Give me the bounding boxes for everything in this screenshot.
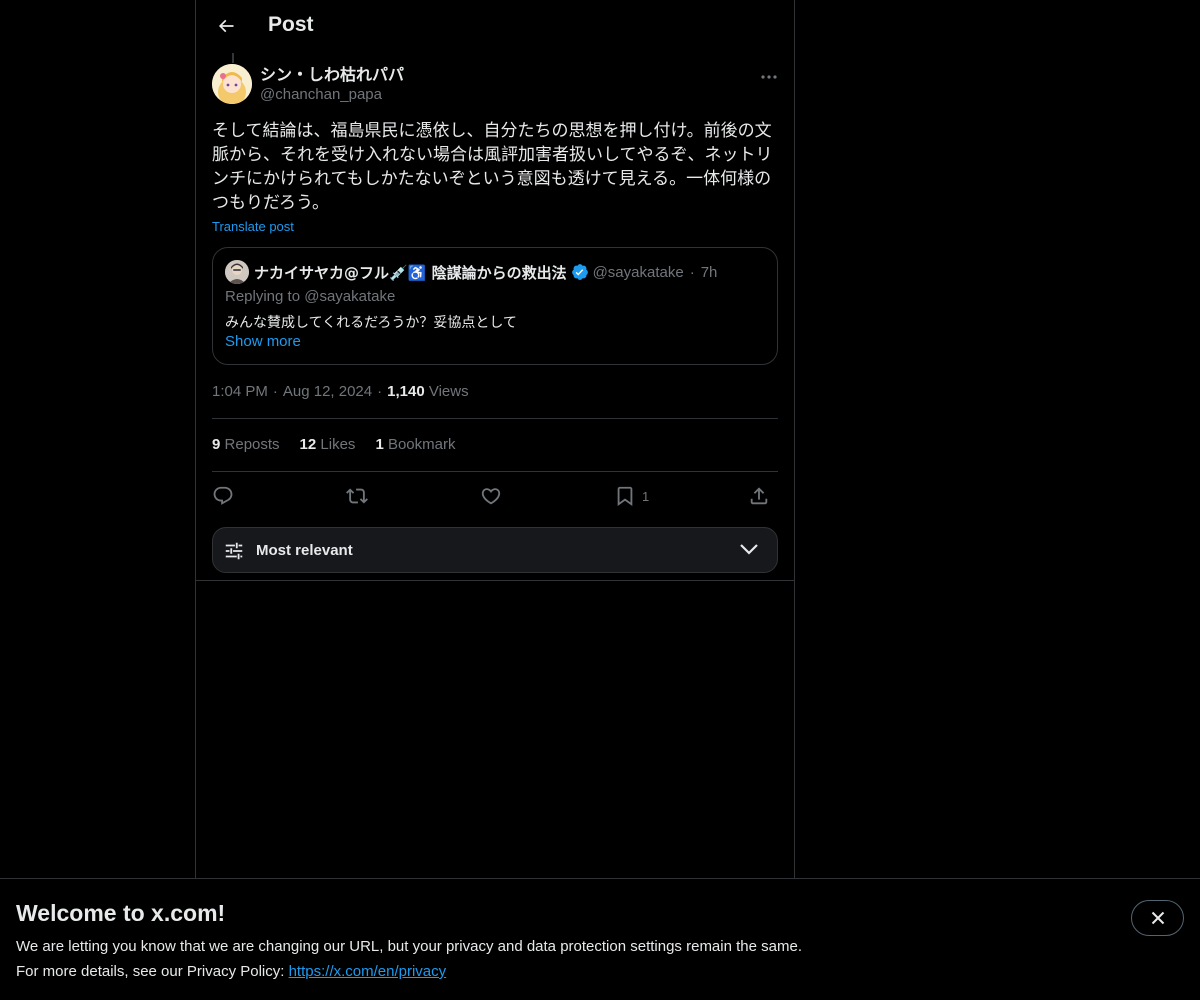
quote-author-handle[interactable]: @sayakatake bbox=[593, 264, 684, 281]
like-button[interactable] bbox=[480, 482, 502, 510]
post-date[interactable]: Aug 12, 2024 bbox=[283, 383, 372, 400]
quote-text: みんな賛成してくれるだろうか？妥協点として bbox=[225, 315, 517, 331]
more-options-button[interactable] bbox=[756, 66, 782, 88]
sliders-icon bbox=[225, 542, 243, 560]
quote-author-name[interactable]: ナカイサヤカ@フル💉♿️ 陰謀論からの救出法 bbox=[254, 262, 567, 283]
translate-post-link[interactable]: Translate post bbox=[212, 219, 294, 234]
repost-icon bbox=[346, 488, 368, 504]
quote-replying-to: Replying to @sayakatake bbox=[225, 288, 396, 305]
chevron-down-icon bbox=[740, 544, 758, 555]
reply-icon bbox=[213, 486, 233, 505]
author-display-name[interactable]: シン・しわ枯れパパ bbox=[260, 64, 404, 85]
bookmarks-stat[interactable]: 1 Bookmark bbox=[375, 436, 455, 453]
page-title: Post bbox=[268, 13, 314, 36]
post-text: そして結論は、福島県民に憑依し、自分たちの思想を押し付け。前後の文脈から、それを… bbox=[212, 121, 773, 213]
banner-message: We are letting you know that we are chan… bbox=[16, 938, 802, 955]
back-button[interactable] bbox=[208, 8, 244, 44]
thread-connector bbox=[232, 53, 234, 63]
post-time[interactable]: 1:04 PM bbox=[212, 383, 268, 400]
author-avatar[interactable] bbox=[212, 64, 252, 104]
privacy-policy-link[interactable]: https://x.com/en/privacy bbox=[289, 963, 447, 980]
likes-stat[interactable]: 12 Likes bbox=[300, 436, 356, 453]
action-bar: 1 bbox=[212, 482, 778, 510]
sort-label: Most relevant bbox=[256, 542, 353, 559]
bookmark-icon bbox=[617, 486, 633, 507]
post-meta: 1:04 PM · Aug 12, 2024 · 1,140 Views bbox=[212, 383, 469, 400]
verified-badge-icon bbox=[571, 263, 589, 281]
quote-author-avatar[interactable] bbox=[225, 260, 249, 284]
views-count: 1,140 bbox=[387, 383, 425, 400]
banner-close-button[interactable] bbox=[1131, 900, 1184, 936]
author-handle[interactable]: @chanchan_papa bbox=[260, 85, 404, 105]
views-label: Views bbox=[428, 383, 469, 400]
quoted-post[interactable]: ナカイサヤカ@フル💉♿️ 陰謀論からの救出法 @sayakatake · 7h … bbox=[212, 247, 778, 365]
share-icon bbox=[750, 487, 768, 505]
welcome-banner: Welcome to x.com! We are letting you kno… bbox=[0, 878, 1200, 1000]
post-stats: 9 Reposts 12 Likes 1 Bookmark bbox=[212, 436, 455, 453]
divider bbox=[212, 471, 778, 472]
separator-dot: · bbox=[689, 263, 695, 281]
banner-title: Welcome to x.com! bbox=[16, 900, 226, 926]
banner-policy-prefix: For more details, see our Privacy Policy… bbox=[16, 963, 289, 980]
quote-timestamp[interactable]: 7h bbox=[701, 264, 718, 281]
reposts-stat[interactable]: 9 Reposts bbox=[212, 436, 280, 453]
divider bbox=[196, 580, 794, 581]
more-horizontal-icon bbox=[761, 75, 777, 79]
divider bbox=[212, 418, 778, 419]
share-button[interactable] bbox=[748, 482, 770, 510]
quote-show-more-link[interactable]: Show more bbox=[225, 333, 301, 350]
main-column: Post シン・しわ枯れパパ @chanchan_papa そして結論は、福島県… bbox=[195, 0, 795, 878]
bookmark-count: 1 bbox=[642, 488, 650, 504]
arrow-left-icon bbox=[218, 19, 234, 33]
reply-sort-dropdown[interactable]: Most relevant bbox=[212, 527, 778, 573]
top-bar: Post bbox=[196, 0, 794, 53]
bookmark-button[interactable]: 1 bbox=[614, 482, 649, 510]
reply-button[interactable] bbox=[212, 482, 234, 510]
repost-button[interactable] bbox=[346, 482, 368, 510]
close-icon bbox=[1151, 911, 1164, 925]
post-author: シン・しわ枯れパパ @chanchan_papa bbox=[212, 64, 404, 105]
banner-policy-line: For more details, see our Privacy Policy… bbox=[16, 963, 446, 980]
heart-icon bbox=[481, 488, 501, 505]
